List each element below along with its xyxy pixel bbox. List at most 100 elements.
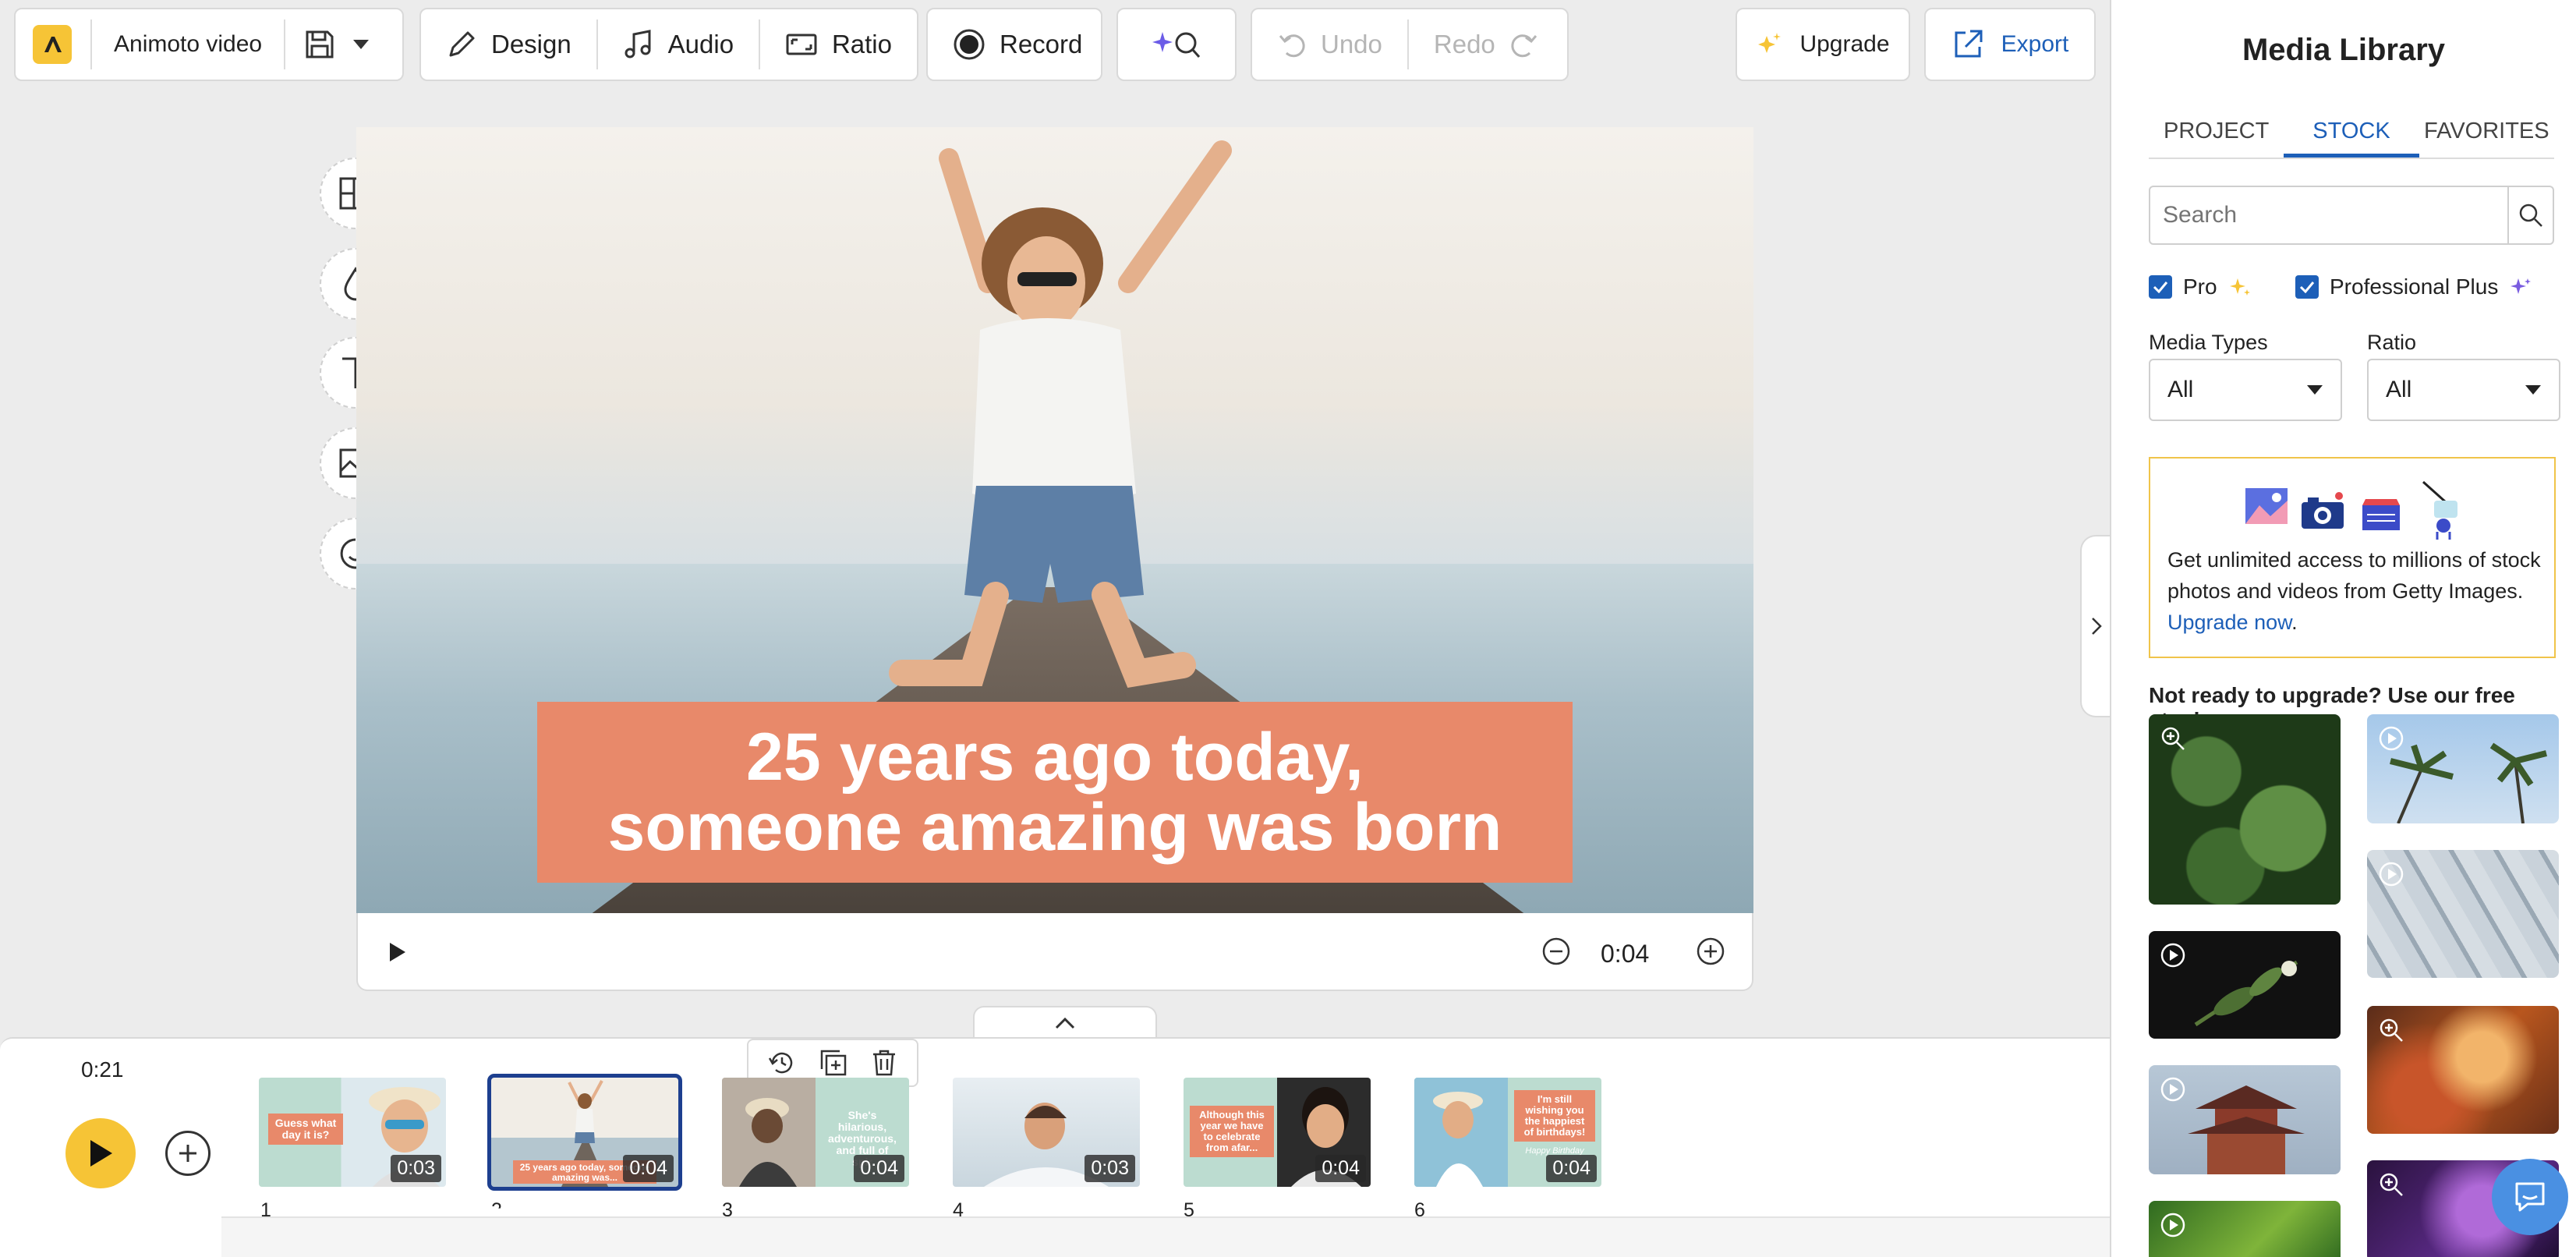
undo-icon xyxy=(1279,34,1305,58)
caret-down-icon xyxy=(2307,385,2323,395)
clip-duration: 0:03 xyxy=(1085,1155,1135,1182)
professional-plus-filter[interactable]: Professional Plus xyxy=(2295,274,2532,299)
trash-icon[interactable] xyxy=(871,1049,897,1077)
play-circle-icon[interactable] xyxy=(2378,725,2404,752)
undo-label: Undo xyxy=(1321,30,1382,58)
timeline-clip[interactable]: Although this year we have to celebrate … xyxy=(1184,1078,1371,1187)
ratio-label: Ratio xyxy=(831,30,892,58)
zoom-in-icon[interactable] xyxy=(2160,725,2186,752)
clip-duration: 0:04 xyxy=(623,1155,674,1182)
increase-duration-icon[interactable] xyxy=(1696,937,1725,966)
play-circle-icon[interactable] xyxy=(2160,1076,2186,1103)
expand-timeline-button[interactable] xyxy=(973,1006,1157,1039)
upgrade-now-link[interactable]: Upgrade now xyxy=(2167,611,2291,634)
collapse-panel-button[interactable] xyxy=(2080,535,2111,717)
timeline-clip[interactable]: 0:03 xyxy=(953,1078,1140,1187)
clip-caption: Although this year we have to celebrate … xyxy=(1190,1106,1274,1157)
edit-toolbar-group: Design Audio Ratio xyxy=(419,8,918,81)
play-icon[interactable] xyxy=(387,941,408,963)
play-circle-icon[interactable] xyxy=(2378,861,2404,887)
ratio-select[interactable]: All xyxy=(2367,359,2560,421)
record-button[interactable]: Record xyxy=(926,8,1102,81)
timeline-clip[interactable]: She's hilarious, adventurous, and full o… xyxy=(722,1078,909,1187)
ratio-value: All xyxy=(2386,377,2412,402)
play-circle-icon[interactable] xyxy=(2160,942,2186,968)
add-block-button[interactable] xyxy=(165,1131,211,1176)
decrease-duration-icon[interactable] xyxy=(1541,937,1571,966)
audio-label: Audio xyxy=(667,30,734,58)
stock-thumbnail[interactable] xyxy=(2149,714,2341,905)
music-note-icon xyxy=(625,30,651,58)
undo-button[interactable]: Undo xyxy=(1252,9,1407,80)
clip-thumbnail-image xyxy=(722,1078,816,1187)
search-button[interactable] xyxy=(2507,187,2553,243)
redo-button[interactable]: Redo xyxy=(1409,9,1564,80)
clip-caption: Guess what day it is? xyxy=(268,1114,343,1145)
support-chat-button[interactable] xyxy=(2492,1159,2568,1235)
search-box xyxy=(2149,186,2554,245)
save-icon xyxy=(306,30,334,58)
upgrade-button[interactable]: Upgrade xyxy=(1736,8,1910,81)
ratio-button[interactable]: Ratio xyxy=(760,9,917,80)
stock-thumbnail[interactable] xyxy=(2149,1201,2341,1257)
pro-checkbox[interactable] xyxy=(2149,275,2172,299)
media-types-select[interactable]: All xyxy=(2149,359,2342,421)
tab-favorites[interactable]: FAVORITES xyxy=(2419,103,2554,158)
duplicate-icon[interactable] xyxy=(819,1049,847,1077)
timeline-clip-selected[interactable]: 25 years ago today, someone amazing was.… xyxy=(487,1074,682,1191)
pro-filter[interactable]: Pro xyxy=(2149,274,2252,299)
clip-duration: 0:04 xyxy=(1546,1155,1597,1182)
caret-down-icon[interactable] xyxy=(352,39,370,50)
stock-thumbnail[interactable] xyxy=(2367,850,2559,978)
upgrade-content: Upgrade xyxy=(1756,9,1890,80)
tab-project[interactable]: PROJECT xyxy=(2149,103,2284,158)
redo-label: Redo xyxy=(1433,30,1495,58)
timeline-scrollbar[interactable] xyxy=(221,1216,2110,1257)
project-name[interactable]: Animoto video xyxy=(92,9,284,80)
play-all-button[interactable] xyxy=(65,1118,136,1188)
stock-thumbnail[interactable] xyxy=(2367,714,2559,823)
thumbnail-flower-image xyxy=(2194,960,2298,1027)
clip-thumbnail-image xyxy=(1414,1078,1508,1187)
thumbnail-pagoda-image xyxy=(2188,1085,2305,1174)
tab-stock[interactable]: STOCK xyxy=(2284,103,2419,158)
title-line-1: 25 years ago today, xyxy=(746,720,1364,795)
sparkle-search-icon xyxy=(1152,32,1201,58)
export-label: Export xyxy=(2001,31,2069,57)
plus-icon xyxy=(179,1145,196,1162)
panel-title: Media Library xyxy=(2242,33,2446,67)
stock-media-illustration-icon xyxy=(2245,480,2457,540)
media-types-label: Media Types xyxy=(2149,331,2268,354)
professional-plus-checkbox[interactable] xyxy=(2295,275,2319,299)
search-input[interactable] xyxy=(2150,187,2507,243)
save-button[interactable] xyxy=(285,9,388,80)
stock-thumbnail[interactable] xyxy=(2367,1006,2559,1134)
clip-caption: I'm still wishing you the happiest of bi… xyxy=(1514,1090,1595,1142)
stock-thumbnail[interactable] xyxy=(2149,931,2341,1039)
timeline-clip[interactable]: Guess what day it is? 0:03 xyxy=(259,1078,446,1187)
sparkle-icon xyxy=(2511,278,2532,294)
play-icon xyxy=(90,1140,112,1167)
design-button[interactable]: Design xyxy=(421,9,596,80)
timeline-clip[interactable]: I'm still wishing you the happiest of bi… xyxy=(1414,1078,1601,1187)
record-content: Record xyxy=(928,9,1107,80)
zoom-in-icon[interactable] xyxy=(2378,1017,2404,1043)
title-caption[interactable]: 25 years ago today, someone amazing was … xyxy=(537,702,1573,883)
export-button[interactable]: Export xyxy=(1924,8,2096,81)
clip-duration: 0:04 xyxy=(1315,1155,1366,1182)
upgrade-label: Upgrade xyxy=(1799,31,1890,57)
audio-button[interactable]: Audio xyxy=(598,9,759,80)
animoto-logo-icon[interactable] xyxy=(33,25,72,64)
replace-icon[interactable] xyxy=(768,1049,796,1077)
stock-thumbnail[interactable] xyxy=(2149,1065,2341,1174)
clip-duration: 0:04 xyxy=(854,1155,904,1182)
ratio-filter-label: Ratio xyxy=(2367,331,2417,354)
ai-search-button[interactable] xyxy=(1116,8,1237,81)
video-preview[interactable]: 25 years ago today, someone amazing was … xyxy=(356,127,1753,913)
play-circle-icon[interactable] xyxy=(2160,1212,2186,1238)
export-icon xyxy=(1955,30,1983,58)
zoom-in-icon[interactable] xyxy=(2378,1171,2404,1198)
project-toolbar-group: Animoto video xyxy=(14,8,404,81)
total-duration: 0:21 xyxy=(81,1057,124,1082)
media-types-value: All xyxy=(2167,377,2194,402)
